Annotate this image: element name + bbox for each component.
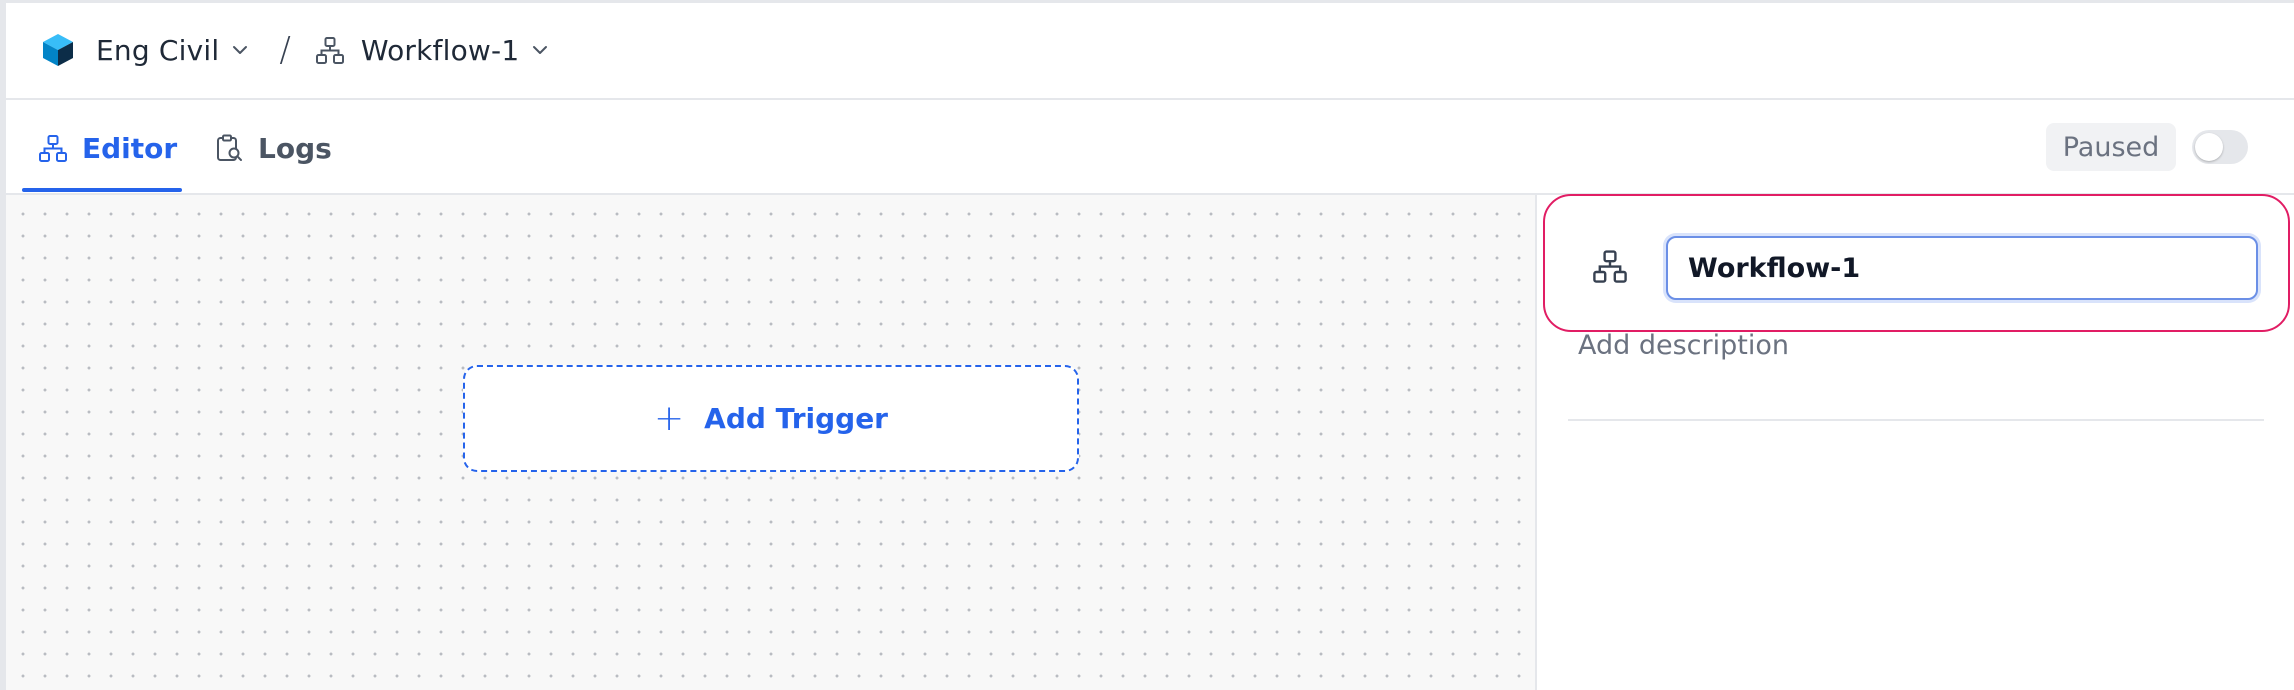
- workflow-icon: [1593, 250, 1627, 283]
- add-description-link[interactable]: Add description: [1578, 330, 1789, 361]
- chevron-down-icon: [233, 46, 248, 54]
- clipboard-search-icon: [217, 134, 242, 161]
- tab-logs-label: Logs: [258, 131, 332, 165]
- workflow-canvas[interactable]: + Add Trigger: [6, 195, 1537, 690]
- toggle-knob: [2195, 133, 2223, 161]
- status-badge: Paused: [2046, 123, 2176, 171]
- active-tab-indicator: [22, 188, 182, 192]
- tab-logs[interactable]: Logs: [214, 104, 332, 192]
- pause-toggle[interactable]: [2192, 130, 2248, 164]
- breadcrumb: Eng Civil / Workflow-1: [42, 24, 549, 76]
- project-selector[interactable]: Eng Civil: [42, 33, 249, 67]
- add-trigger-label: Add Trigger: [704, 402, 888, 435]
- chevron-down-icon: [533, 46, 548, 54]
- add-trigger-button[interactable]: + Add Trigger: [463, 365, 1079, 472]
- tab-editor[interactable]: Editor: [22, 104, 182, 192]
- project-name: Eng Civil: [96, 33, 220, 67]
- header-divider: [6, 98, 2294, 100]
- panel-divider: [1568, 419, 2264, 421]
- workflow-selector[interactable]: Workflow-1: [315, 34, 550, 67]
- tab-editor-label: Editor: [82, 131, 178, 165]
- workflow-icon: [315, 37, 344, 64]
- cube-logo-icon: [43, 34, 73, 66]
- workflow-icon: [39, 135, 67, 162]
- workflow-name-input[interactable]: [1666, 236, 2258, 300]
- breadcrumb-separator: /: [279, 30, 291, 70]
- plus-icon: +: [654, 397, 685, 439]
- workflow-name: Workflow-1: [360, 33, 520, 67]
